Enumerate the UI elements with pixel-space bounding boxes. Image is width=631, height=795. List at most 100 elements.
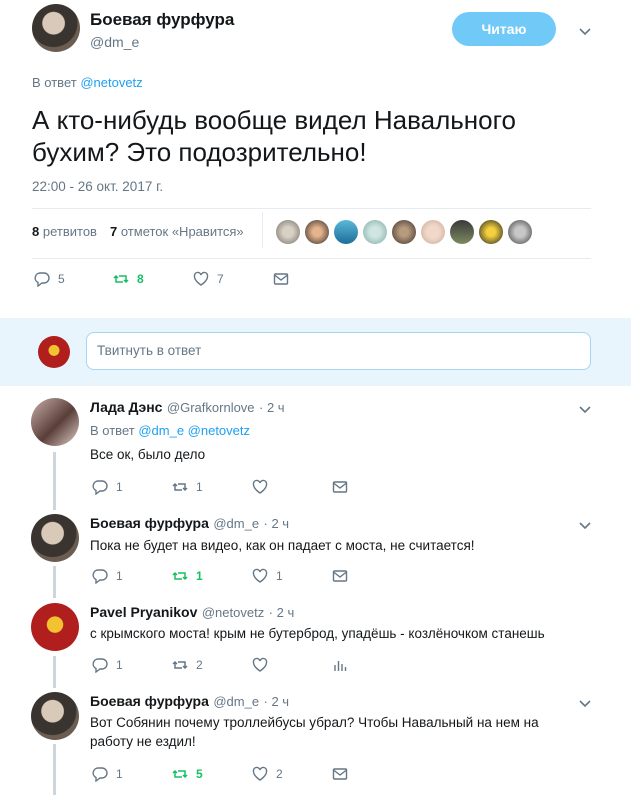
- author-name[interactable]: Боевая фурфура: [90, 10, 234, 30]
- analytics-action[interactable]: [332, 657, 356, 673]
- envelope-icon: [332, 481, 348, 493]
- author-handle[interactable]: @dm_e: [90, 34, 139, 50]
- like-action[interactable]: [252, 657, 276, 673]
- reply-count: 5: [58, 272, 65, 286]
- retweet-count: 1: [196, 569, 203, 583]
- reply-action[interactable]: 5: [34, 271, 65, 287]
- envelope-icon: [273, 273, 289, 285]
- following-button[interactable]: Читаю: [452, 12, 556, 46]
- reply-author-handle[interactable]: @netovetz: [202, 605, 264, 620]
- heart-icon: [252, 657, 268, 672]
- retweet-action[interactable]: 8: [113, 271, 144, 287]
- reply-author-name[interactable]: Боевая фурфура: [90, 515, 209, 531]
- liker-avatar[interactable]: [421, 220, 445, 244]
- liker-avatar[interactable]: [508, 220, 532, 244]
- liker-avatar[interactable]: [450, 220, 474, 244]
- envelope-icon: [332, 570, 348, 582]
- reply-avatar[interactable]: [31, 603, 79, 651]
- reply-input[interactable]: Твитнуть в ответ: [86, 332, 591, 370]
- like-action[interactable]: 7: [193, 271, 224, 287]
- reply-header: Лада Дэнс @Grafkornlove · 2 ч: [90, 399, 285, 417]
- thread-line: [53, 656, 56, 688]
- retweet-icon: [172, 660, 188, 670]
- reply-author-name[interactable]: Лада Дэнс: [90, 399, 162, 415]
- reply-text: с крымского моста! крым не бутерброд, уп…: [90, 626, 545, 641]
- reply-text-line: Вот Собянин почему троллейбусы убрал? Чт…: [90, 715, 539, 730]
- chevron-down-icon[interactable]: [578, 518, 592, 532]
- retweets-count: 8: [32, 224, 40, 239]
- reply-icon: [34, 272, 50, 287]
- retweet-icon: [172, 482, 188, 492]
- reply-text-line: работу не ездил!: [90, 734, 196, 749]
- reply-action[interactable]: 1: [92, 568, 123, 584]
- reply-to-handle[interactable]: @netovetz: [80, 75, 142, 90]
- reply-to-handles[interactable]: @dm_e @netovetz: [138, 423, 250, 438]
- reply-avatar[interactable]: [31, 692, 79, 740]
- reply-header: Боевая фурфура @dm_e · 2 ч: [90, 693, 289, 711]
- reply-author-name[interactable]: Pavel Pryanikov: [90, 604, 197, 620]
- like-count: 1: [276, 569, 283, 583]
- likes-count: 7: [110, 224, 118, 239]
- retweet-action[interactable]: 2: [172, 657, 203, 673]
- retweet-action[interactable]: 1: [172, 568, 203, 584]
- retweet-action[interactable]: 5: [172, 766, 203, 782]
- like-action[interactable]: 1: [252, 568, 283, 584]
- chevron-down-icon[interactable]: [578, 24, 592, 38]
- reply-to-prefix: В ответ: [90, 423, 135, 438]
- reply-count: 1: [116, 658, 123, 672]
- reply-icon: [92, 658, 108, 673]
- tweet-timestamp[interactable]: 22:00 - 26 окт. 2017 г.: [32, 179, 163, 194]
- liker-avatar[interactable]: [392, 220, 416, 244]
- dm-action[interactable]: [332, 766, 356, 782]
- reply-header: Боевая фурфура @dm_e · 2 ч: [90, 515, 289, 533]
- dm-action[interactable]: [332, 568, 356, 584]
- dm-action[interactable]: [273, 271, 297, 287]
- reply-author-handle[interactable]: @dm_e: [213, 516, 259, 531]
- retweets-stat[interactable]: 8 ретвитов: [32, 224, 97, 239]
- reply-author-name[interactable]: Боевая фурфура: [90, 693, 209, 709]
- reply-author-handle[interactable]: @dm_e: [213, 694, 259, 709]
- reply-time[interactable]: · 2 ч: [269, 605, 295, 620]
- reply-author-handle[interactable]: @Grafkornlove: [167, 400, 255, 415]
- retweets-label: ретвитов: [42, 224, 97, 239]
- reply-text: Все ок, было дело: [90, 447, 206, 462]
- heart-icon: [252, 479, 268, 494]
- dm-action[interactable]: [332, 479, 356, 495]
- reply-action[interactable]: 1: [92, 657, 123, 673]
- thread-line: [53, 566, 56, 598]
- reply-time[interactable]: · 2 ч: [259, 400, 285, 415]
- like-count: 2: [276, 767, 283, 781]
- likes-label: отметок «Нравится»: [120, 224, 244, 239]
- retweet-count: 5: [196, 767, 203, 781]
- retweet-count: 8: [137, 272, 144, 286]
- reply-time[interactable]: · 2 ч: [264, 694, 290, 709]
- heart-icon: [252, 766, 268, 781]
- likes-stat[interactable]: 7 отметок «Нравится»: [110, 224, 244, 239]
- like-action[interactable]: [252, 479, 276, 495]
- heart-icon: [252, 568, 268, 583]
- retweet-icon: [113, 274, 129, 284]
- tweet-text-line: бухим? Это подозрительно!: [32, 137, 367, 167]
- reply-text: Вот Собянин почему троллейбусы убрал? Чт…: [90, 713, 539, 751]
- liker-avatar[interactable]: [363, 220, 387, 244]
- chevron-down-icon[interactable]: [578, 696, 592, 710]
- reply-time[interactable]: · 2 ч: [264, 516, 290, 531]
- author-avatar[interactable]: [32, 4, 80, 52]
- chevron-down-icon[interactable]: [578, 402, 592, 416]
- reply-action[interactable]: 1: [92, 479, 123, 495]
- stats-separator: [262, 212, 263, 248]
- liker-avatar[interactable]: [479, 220, 503, 244]
- retweet-action[interactable]: 1: [172, 479, 203, 495]
- liker-avatar[interactable]: [334, 220, 358, 244]
- liker-avatar[interactable]: [305, 220, 329, 244]
- retweet-icon: [172, 571, 188, 581]
- reply-action[interactable]: 1: [92, 766, 123, 782]
- retweet-count: 1: [196, 480, 203, 494]
- like-action[interactable]: 2: [252, 766, 283, 782]
- reply-avatar[interactable]: [31, 398, 79, 446]
- reply-avatar[interactable]: [31, 514, 79, 562]
- reply-icon: [92, 569, 108, 584]
- reply-to-line: В ответ @dm_e @netovetz: [90, 423, 250, 438]
- liker-avatar[interactable]: [276, 220, 300, 244]
- reply-to-line: В ответ @netovetz: [32, 75, 143, 90]
